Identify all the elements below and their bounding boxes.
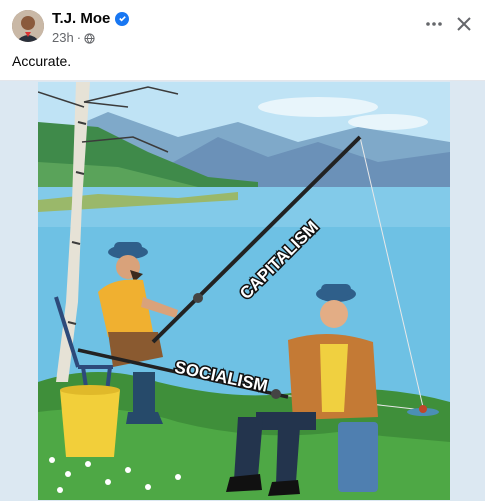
close-icon	[457, 17, 471, 31]
globe-icon	[84, 32, 95, 44]
close-button[interactable]	[452, 12, 476, 36]
avatar-image	[12, 10, 44, 42]
more-options-button[interactable]	[420, 12, 448, 36]
author-name[interactable]: T.J. Moe	[52, 10, 110, 27]
meta-separator: ·	[76, 30, 82, 45]
post-caption: Accurate.	[12, 53, 72, 69]
meme-image[interactable]: CAPITALISM SOCIALISM	[38, 82, 450, 500]
verified-badge-icon	[115, 11, 130, 26]
author-row: T.J. Moe	[52, 10, 130, 27]
meme-illustration: CAPITALISM SOCIALISM	[38, 82, 450, 500]
more-horizontal-icon	[426, 22, 442, 26]
post-header: T.J. Moe 23h · Accurate.	[0, 0, 485, 80]
avatar[interactable]	[12, 10, 44, 42]
post-meta: 23h ·	[52, 30, 95, 45]
post-time[interactable]: 23h	[52, 30, 74, 45]
